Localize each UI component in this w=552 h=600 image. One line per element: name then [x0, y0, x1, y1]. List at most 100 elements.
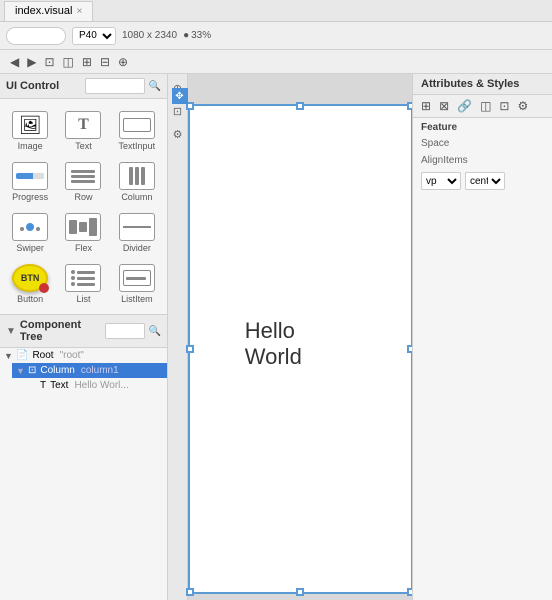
handle-bm[interactable]: [296, 588, 304, 596]
vp-select[interactable]: vp: [421, 172, 461, 190]
component-tree-title: Component Tree: [20, 319, 101, 343]
right-toolbar-icon1[interactable]: ⊞: [419, 98, 433, 114]
tree-item-text-value: Hello Worl...: [74, 380, 128, 391]
control-item-image[interactable]: 🖼 Image: [4, 105, 56, 155]
control-item-divider[interactable]: Divider: [111, 207, 163, 257]
tree-collapse-icon[interactable]: ▼: [6, 326, 16, 337]
left-panel: UI Control 🔍 🖼 Image T Text: [0, 74, 168, 600]
tree-icon-text: T: [40, 380, 46, 391]
tree-item-root-value: "root": [60, 350, 84, 361]
handle-bl[interactable]: [186, 588, 194, 596]
right-toolbar-icon2[interactable]: ⊠: [437, 98, 451, 114]
control-item-list[interactable]: List: [57, 258, 109, 308]
search-icon: 🔍: [149, 81, 161, 92]
tree-item-text[interactable]: T Text Hello Worl...: [24, 378, 167, 393]
ui-control-title: UI Control: [6, 80, 81, 92]
control-item-button[interactable]: BTN Button: [4, 258, 56, 308]
swiper-label: Swiper: [16, 243, 44, 253]
main-layout: UI Control 🔍 🖼 Image T Text: [0, 74, 552, 600]
side-icon-btn-2[interactable]: ⊡: [171, 103, 184, 120]
device-select[interactable]: P40: [72, 27, 116, 45]
right-toolbar-icon5[interactable]: ⊡: [497, 98, 511, 114]
right-panel-toolbar: ⊞ ⊠ 🔗 ◫ ⊡ ⚙: [413, 95, 552, 118]
toolbar-icon5[interactable]: ⊕: [116, 55, 130, 69]
tree-header: ▼ Component Tree 🔍: [0, 315, 167, 348]
handle-mr[interactable]: [407, 345, 413, 353]
text-label: Text: [75, 141, 92, 151]
handle-ml[interactable]: [186, 345, 194, 353]
canvas-area: ⊕ ⊡ ⚙: [168, 74, 412, 600]
handle-tr[interactable]: [407, 102, 413, 110]
tree-search-input[interactable]: [105, 323, 145, 339]
control-item-progress[interactable]: Progress: [4, 156, 56, 206]
control-item-column[interactable]: Column: [111, 156, 163, 206]
toolbar-icon2[interactable]: ◫: [61, 55, 76, 69]
progress-label: Progress: [12, 192, 48, 202]
tree-item-root[interactable]: ▼ 📄 Root "root": [0, 348, 167, 363]
handle-br[interactable]: [407, 588, 413, 596]
row-label: Row: [74, 192, 92, 202]
canvas-inner: ⊕ ⊡ ⚙: [168, 74, 412, 600]
handle-tm[interactable]: [296, 102, 304, 110]
ui-control-search[interactable]: [85, 78, 145, 94]
tree-item-column-name: Column: [40, 365, 74, 376]
control-item-text[interactable]: T Text: [57, 105, 109, 155]
control-item-flex[interactable]: Flex: [57, 207, 109, 257]
control-item-listitem[interactable]: ListItem: [111, 258, 163, 308]
flex-label: Flex: [75, 243, 92, 253]
list-label: List: [76, 294, 90, 304]
swiper-dots-icon: [20, 223, 40, 231]
column-control-icon: [119, 162, 155, 190]
right-panel: Attributes & Styles ⊞ ⊠ 🔗 ◫ ⊡ ⚙ Feature …: [412, 74, 552, 600]
tree-item-column[interactable]: ▼ ⊡ Column column1: [12, 363, 167, 378]
control-item-swiper[interactable]: Swiper: [4, 207, 56, 257]
toolbar-icon3[interactable]: ⊞: [80, 55, 94, 69]
top-bar: P40 1080 x 2340 ● 33%: [0, 22, 552, 50]
textinput-control-icon: [119, 111, 155, 139]
flex-control-icon: [65, 213, 101, 241]
tree-body: ▼ 📄 Root "root" ▼ ⊡ Column column1 T Tex…: [0, 348, 167, 600]
image-label: Image: [18, 141, 43, 151]
ui-control-header: UI Control 🔍: [0, 74, 167, 99]
textinput-label: TextInput: [119, 141, 156, 151]
right-toolbar-icon4[interactable]: ◫: [478, 98, 493, 114]
toolbar-icon4[interactable]: ⊟: [98, 55, 112, 69]
text-control-icon: T: [65, 111, 101, 139]
tab-close-button[interactable]: ×: [76, 6, 82, 17]
list-control-icon: [65, 264, 101, 292]
tab-index-visual[interactable]: index.visual ×: [4, 1, 93, 21]
move-handle[interactable]: ✥: [172, 88, 188, 104]
tree-item-text-name: Text: [50, 380, 68, 391]
top-bar-search[interactable]: [6, 27, 66, 45]
right-panel-title: Attributes & Styles: [421, 78, 544, 90]
canvas-device-wrapper: ✥ Hello World: [188, 94, 413, 594]
right-toolbar-icon3[interactable]: 🔗: [455, 98, 474, 114]
column-label: Column: [121, 192, 152, 202]
right-panel-header: Attributes & Styles: [413, 74, 552, 95]
col-lines-icon: [129, 167, 145, 185]
control-item-textinput[interactable]: TextInput: [111, 105, 163, 155]
center-select[interactable]: center: [465, 172, 505, 190]
toolbar-icon1[interactable]: ⊡: [42, 55, 56, 69]
alignitems-label: AlignItems: [421, 155, 471, 166]
space-label: Space: [421, 138, 471, 149]
right-toolbar-gear[interactable]: ⚙: [515, 98, 530, 114]
zoom-indicator: ● 33%: [183, 30, 211, 41]
component-tree-section: ▼ Component Tree 🔍 ▼ 📄 Root "root" ▼ ⊡ C…: [0, 314, 167, 600]
nav-back-button[interactable]: ◀: [8, 55, 21, 69]
text-symbol: T: [78, 116, 89, 134]
nav-forward-button[interactable]: ▶: [25, 55, 38, 69]
canvas-toolbar: ◀ ▶ ⊡ ◫ ⊞ ⊟ ⊕: [0, 50, 552, 74]
canvas-side-toolbar: ⊕ ⊡ ⚙: [168, 74, 188, 600]
tab-bar: index.visual ×: [0, 0, 552, 22]
listitem-inner-icon: [123, 270, 151, 286]
tree-item-root-name: Root: [32, 350, 53, 361]
ui-controls-grid: 🖼 Image T Text TextInput: [0, 99, 167, 314]
zoom-value: 33%: [191, 30, 211, 41]
tree-icon-column: ⊡: [28, 365, 36, 376]
control-item-row[interactable]: Row: [57, 156, 109, 206]
listitem-label: ListItem: [121, 294, 153, 304]
feature-section-label: Feature: [413, 118, 552, 135]
side-icon-btn-3[interactable]: ⚙: [171, 126, 185, 143]
tree-item-column-value: column1: [81, 365, 119, 376]
